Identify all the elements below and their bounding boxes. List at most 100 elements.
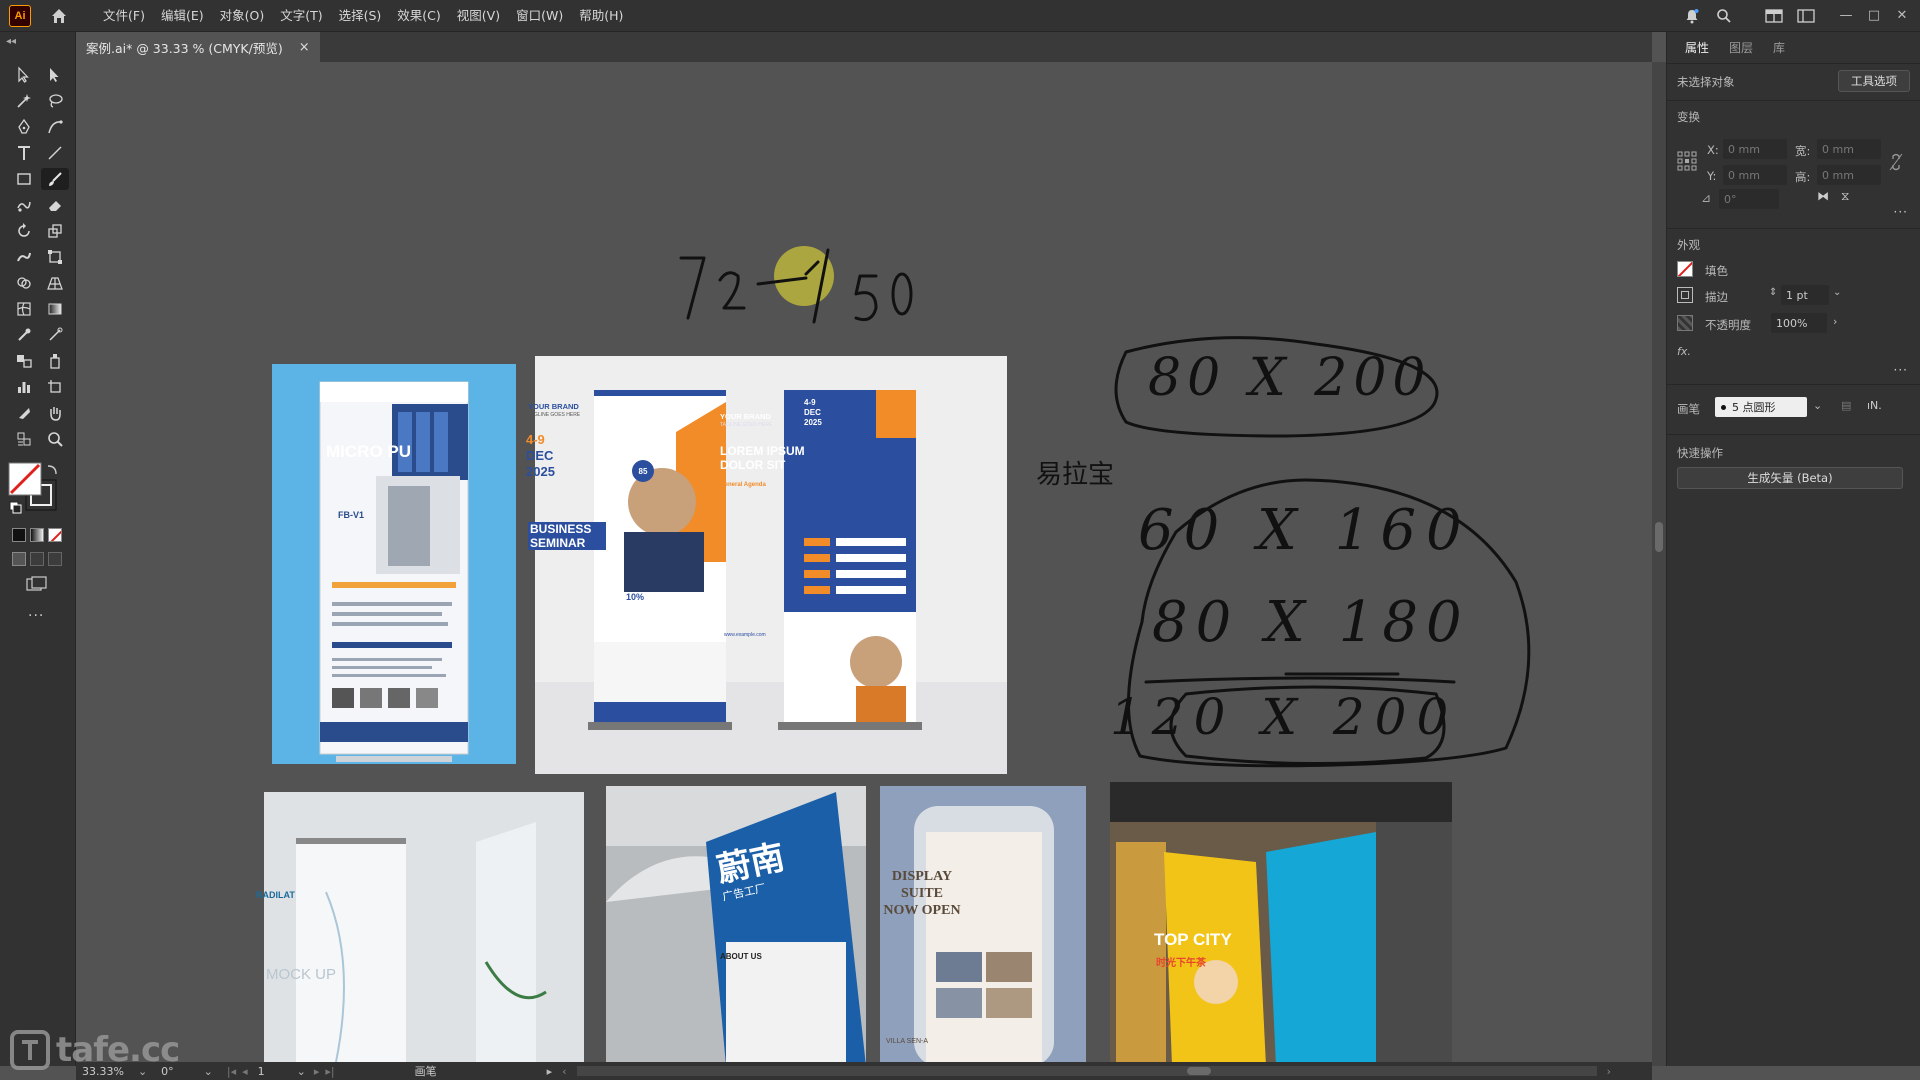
- direct-selection-tool-icon[interactable]: [41, 64, 69, 86]
- pen-tool-icon[interactable]: [10, 116, 38, 138]
- blend-tool-icon[interactable]: [10, 350, 38, 372]
- close-tab-icon[interactable]: ×: [299, 40, 310, 55]
- notification-bell-icon[interactable]: [1676, 0, 1708, 32]
- hscroll-left-icon[interactable]: ‹: [562, 1065, 566, 1078]
- magic-wand-icon[interactable]: [10, 90, 38, 112]
- brush-dropdown-icon[interactable]: ⌄: [1813, 399, 1822, 412]
- none-icon[interactable]: [48, 528, 62, 542]
- slice-tool-icon[interactable]: [10, 402, 38, 424]
- brush-options-icon[interactable]: ▤: [1841, 399, 1851, 412]
- status-menu-icon[interactable]: ▸: [547, 1065, 553, 1078]
- fill-swatch[interactable]: [1677, 261, 1693, 277]
- tab-layers[interactable]: 图层: [1721, 33, 1761, 62]
- home-icon[interactable]: [47, 4, 71, 28]
- minimize-button[interactable]: —: [1832, 0, 1860, 32]
- last-artboard-icon[interactable]: ▸|: [325, 1065, 334, 1078]
- column-graph-tool-icon[interactable]: [10, 376, 38, 398]
- tool-options-button[interactable]: 工具选项: [1838, 70, 1910, 92]
- x-field[interactable]: 0 mm: [1723, 139, 1787, 159]
- width-field[interactable]: 0 mm: [1817, 139, 1881, 159]
- color-icon[interactable]: [12, 528, 26, 542]
- tab-libraries[interactable]: 库: [1765, 33, 1793, 62]
- menu-edit[interactable]: 编辑(E): [153, 0, 212, 32]
- menu-help[interactable]: 帮助(H): [571, 0, 631, 32]
- banner-pair-mockup[interactable]: [535, 356, 1007, 774]
- menu-select[interactable]: 选择(S): [331, 0, 390, 32]
- shape-builder-tool-icon[interactable]: [10, 272, 38, 294]
- horizontal-scrollbar[interactable]: [576, 1066, 1597, 1076]
- edit-toolbar-icon[interactable]: ···: [28, 608, 44, 624]
- flip-vertical-icon[interactable]: ⧖: [1841, 189, 1849, 204]
- vertical-scrollbar-thumb[interactable]: [1655, 522, 1663, 552]
- scale-tool-icon[interactable]: [41, 220, 69, 242]
- menu-object[interactable]: 对象(O): [212, 0, 273, 32]
- height-field[interactable]: 0 mm: [1817, 165, 1881, 185]
- fx-button[interactable]: fx.: [1677, 345, 1691, 358]
- eraser-tool-icon[interactable]: [41, 194, 69, 216]
- line-tool-icon[interactable]: [41, 142, 69, 164]
- brush-library-icon[interactable]: ıN.: [1867, 399, 1882, 412]
- stroke-weight-stepper-icon[interactable]: ⇕: [1769, 287, 1777, 298]
- rotate-tool-icon[interactable]: [10, 220, 38, 242]
- menu-type[interactable]: 文字(T): [272, 0, 330, 32]
- photo-display-suite-mockup[interactable]: [880, 786, 1086, 1066]
- close-window-button[interactable]: ✕: [1888, 0, 1916, 32]
- hand-tool-icon[interactable]: [41, 402, 69, 424]
- rotate-angle-field[interactable]: 0°: [1719, 189, 1779, 209]
- mesh-tool-icon[interactable]: [10, 298, 38, 320]
- artboard-tool-icon[interactable]: [41, 376, 69, 398]
- shaper-tool-icon[interactable]: [10, 194, 38, 216]
- photo-weinan-mockup[interactable]: [606, 786, 866, 1066]
- eyedropper-tool-icon[interactable]: [10, 324, 38, 346]
- photo-radilat-mockup[interactable]: [264, 792, 584, 1066]
- free-transform-tool-icon[interactable]: [41, 246, 69, 268]
- opacity-label[interactable]: 不透明度: [1705, 317, 1751, 333]
- gradient-icon[interactable]: [30, 528, 44, 542]
- draw-inside-icon[interactable]: [48, 552, 62, 566]
- document-tab[interactable]: 案例.ai* @ 33.33 % (CMYK/预览) ×: [76, 32, 320, 62]
- vertical-scrollbar[interactable]: [1652, 62, 1666, 1066]
- menu-view[interactable]: 视图(V): [449, 0, 508, 32]
- lasso-tool-icon[interactable]: [41, 90, 69, 112]
- warp-tool-icon[interactable]: [10, 246, 38, 268]
- rectangle-tool-icon[interactable]: [10, 168, 38, 190]
- menu-file[interactable]: 文件(F): [95, 0, 153, 32]
- symbol-sprayer-tool-icon[interactable]: [41, 350, 69, 372]
- stroke-swatch[interactable]: [1677, 287, 1693, 303]
- collapse-toolbar-icon[interactable]: ◂◂: [6, 36, 16, 47]
- workspace-layout-icon[interactable]: [1758, 0, 1790, 32]
- print-tiling-tool-icon[interactable]: [10, 428, 38, 450]
- draw-normal-icon[interactable]: [12, 552, 26, 566]
- tab-properties[interactable]: 属性: [1677, 33, 1717, 62]
- measure-tool-icon[interactable]: [41, 324, 69, 346]
- photo-top-city-mockup[interactable]: [1110, 782, 1452, 1066]
- fill-label[interactable]: 填色: [1705, 263, 1728, 279]
- zoom-tool-icon[interactable]: [41, 428, 69, 450]
- paintbrush-tool-icon[interactable]: [41, 168, 69, 190]
- appearance-more-icon[interactable]: ···: [1894, 363, 1908, 377]
- constrain-proportions-icon[interactable]: [1889, 153, 1903, 174]
- hscroll-right-icon[interactable]: ›: [1607, 1065, 1611, 1078]
- maximize-button[interactable]: □: [1860, 0, 1888, 32]
- opacity-expand-icon[interactable]: ›: [1833, 315, 1837, 328]
- arrange-documents-icon[interactable]: [1790, 0, 1822, 32]
- brush-select[interactable]: 5 点圆形: [1715, 397, 1807, 417]
- prev-artboard-icon[interactable]: ◂: [242, 1065, 248, 1078]
- rotate-view-dropdown-icon[interactable]: ⌄: [204, 1065, 213, 1078]
- generate-vector-button[interactable]: 生成矢量 (Beta): [1677, 467, 1903, 489]
- fill-stroke-swatches[interactable]: [8, 462, 64, 518]
- draw-behind-icon[interactable]: [30, 552, 44, 566]
- search-icon[interactable]: [1708, 0, 1740, 32]
- canvas-area[interactable]: 80 X 200 60 X 160 80 X 180 120 X 200 易拉宝…: [76, 62, 1652, 1066]
- menu-window[interactable]: 窗口(W): [508, 0, 571, 32]
- banner-micro-pu[interactable]: [272, 364, 516, 764]
- first-artboard-icon[interactable]: |◂: [227, 1065, 236, 1078]
- opacity-field[interactable]: 100%: [1771, 313, 1827, 333]
- flip-horizontal-icon[interactable]: ⧓: [1817, 189, 1829, 203]
- stroke-weight-field[interactable]: 1 pt: [1781, 285, 1829, 305]
- selection-tool-icon[interactable]: [10, 64, 38, 86]
- screen-mode-icon[interactable]: [26, 576, 48, 595]
- type-tool-icon[interactable]: [10, 142, 38, 164]
- curvature-tool-icon[interactable]: [41, 116, 69, 138]
- reference-point-icon[interactable]: [1677, 151, 1697, 174]
